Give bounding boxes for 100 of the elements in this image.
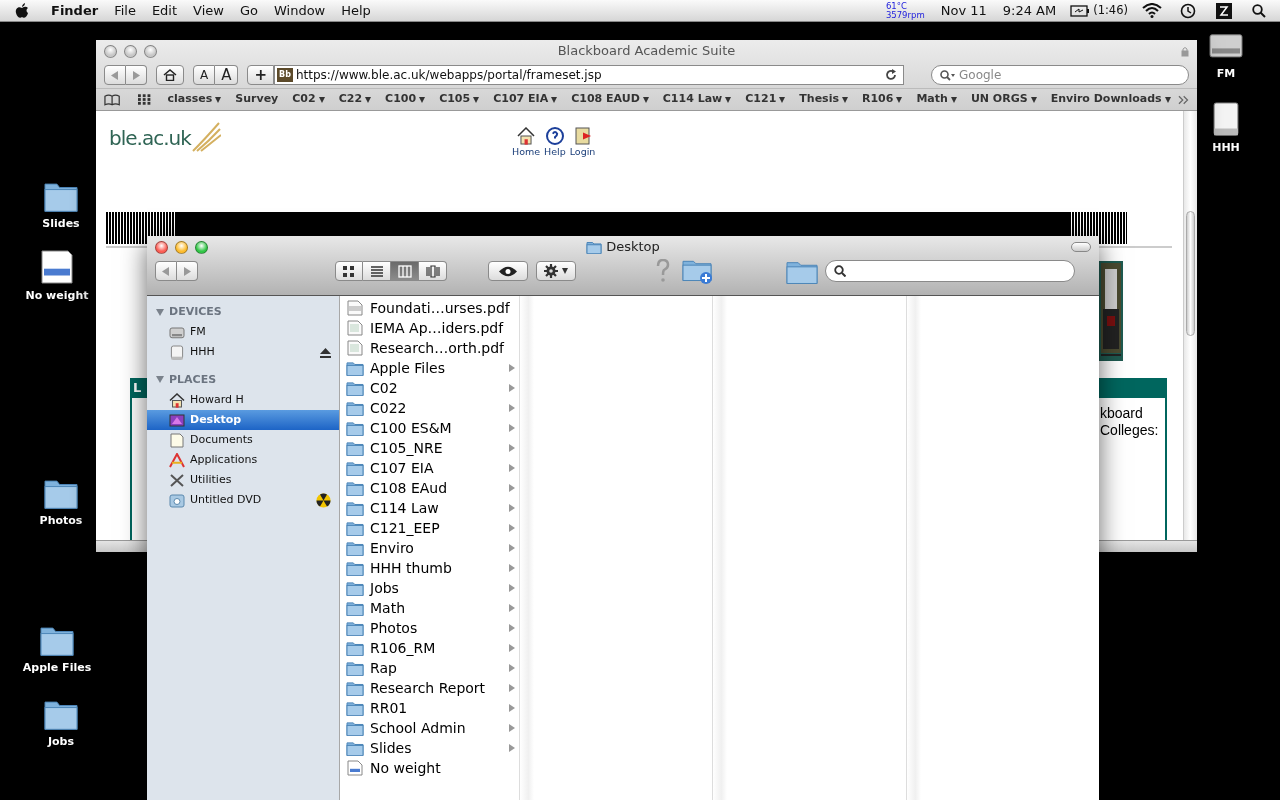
scroll-bar[interactable]: [1183, 111, 1197, 540]
bookmark-item[interactable]: C02: [285, 91, 332, 108]
bookmark-item[interactable]: UN ORGS: [963, 91, 1044, 108]
sidebar-item[interactable]: HHH: [147, 342, 339, 363]
quick-look-button[interactable]: [488, 261, 528, 281]
bookmark-item[interactable]: classes: [160, 91, 229, 108]
file-row[interactable]: C121_EEP: [340, 518, 519, 538]
search-field[interactable]: [825, 260, 1075, 282]
nav-link[interactable]: Home: [512, 145, 541, 160]
file-row[interactable]: Apple Files: [340, 358, 519, 378]
file-row[interactable]: Research Report: [340, 678, 519, 698]
more-bookmarks-icon[interactable]: [1177, 94, 1189, 105]
icon-label[interactable]: HHH: [1212, 140, 1240, 157]
eject-icon[interactable]: [320, 347, 331, 358]
icon-label[interactable]: No weight: [25, 288, 89, 305]
bookmarks-book-icon[interactable]: [104, 93, 121, 106]
battery-icon[interactable]: [1070, 4, 1091, 17]
back-button[interactable]: [155, 261, 177, 281]
file-row[interactable]: IEMA Ap…iders.pdf: [340, 318, 519, 338]
site-logo[interactable]: ble.ac.uk: [109, 123, 191, 153]
file-row[interactable]: C114 Law: [340, 498, 519, 518]
zoom-button[interactable]: [195, 240, 208, 254]
disclosure-triangle-icon[interactable]: [156, 308, 164, 316]
sidebar-item[interactable]: FM: [147, 322, 339, 343]
file-row[interactable]: C108 EAud: [340, 478, 519, 498]
file-row[interactable]: R106_RM: [340, 638, 519, 658]
search-field[interactable]: Google: [931, 65, 1189, 85]
disclosure-triangle-icon[interactable]: [156, 376, 164, 384]
sidebar-item[interactable]: Utilities: [147, 470, 339, 490]
minimize-button[interactable]: [124, 44, 137, 58]
top-sites-grid-icon[interactable]: [138, 94, 152, 105]
nav-link[interactable]: Help: [544, 145, 566, 160]
file-row[interactable]: C107 EIA: [340, 458, 519, 478]
file-row[interactable]: Photos: [340, 618, 519, 638]
address-field[interactable]: Bb https://www.ble.ac.uk/webapps/portal/frameset.jsp: [274, 65, 905, 85]
battery-time[interactable]: (1:46): [1090, 1, 1136, 20]
time-machine-icon[interactable]: [1180, 2, 1196, 19]
wifi-icon[interactable]: [1142, 3, 1162, 18]
display-icon[interactable]: [1216, 2, 1232, 19]
forward-button[interactable]: [126, 65, 147, 85]
bookmark-item[interactable]: Thesis: [792, 91, 855, 108]
file-row[interactable]: Foundati…urses.pdf: [340, 298, 519, 318]
back-button[interactable]: [104, 65, 126, 85]
apple-icon[interactable]: [15, 2, 29, 19]
file-row[interactable]: School Admin: [340, 718, 519, 738]
home-button[interactable]: [156, 65, 184, 85]
file-row[interactable]: Slides: [340, 738, 519, 758]
bookmark-item[interactable]: C105: [432, 91, 487, 108]
reload-icon[interactable]: [885, 69, 898, 81]
bookmark-item[interactable]: C114 Law: [655, 91, 739, 108]
file-row[interactable]: Enviro: [340, 538, 519, 558]
bookmark-item[interactable]: Enviro Downloads: [1043, 91, 1178, 108]
sidebar-item[interactable]: Untitled DVD: [147, 490, 339, 510]
toolbar-toggle-button[interactable]: [1071, 242, 1091, 252]
bookmark-item[interactable]: C22: [331, 91, 379, 108]
file-row[interactable]: C105_NRE: [340, 438, 519, 458]
text-smaller-button[interactable]: A: [193, 65, 216, 85]
file-row[interactable]: C02: [340, 378, 519, 398]
menu-item[interactable]: Edit: [143, 0, 186, 21]
file-row[interactable]: No weight: [340, 758, 519, 778]
bookmark-item[interactable]: C107 EIA: [486, 91, 565, 108]
zoom-button[interactable]: [144, 44, 157, 58]
bookmark-item[interactable]: C121: [738, 91, 793, 108]
sidebar-item[interactable]: Applications: [147, 450, 339, 470]
file-row[interactable]: Jobs: [340, 578, 519, 598]
date-text[interactable]: Nov 11: [932, 0, 995, 21]
bookmark-item[interactable]: C100: [378, 91, 433, 108]
view-mode-button[interactable]: [335, 261, 363, 281]
icon-label[interactable]: Jobs: [47, 734, 75, 751]
scroll-thumb[interactable]: [1186, 211, 1195, 336]
view-mode-button[interactable]: [363, 261, 391, 281]
menu-item[interactable]: Help: [333, 0, 379, 21]
app-menu[interactable]: Finder: [43, 0, 107, 21]
search-icon[interactable]: [1252, 3, 1266, 18]
minimize-button[interactable]: [175, 240, 188, 254]
icon-label[interactable]: FM: [1216, 66, 1236, 83]
close-button[interactable]: [104, 44, 117, 58]
menu-item[interactable]: Go: [231, 0, 266, 21]
file-row[interactable]: C100 ES&M: [340, 418, 519, 438]
action-menu-button[interactable]: [536, 261, 576, 281]
icon-label[interactable]: Apple Files: [22, 660, 92, 677]
sidebar-item[interactable]: Documents: [147, 430, 339, 450]
burn-icon[interactable]: [316, 492, 331, 508]
sidebar-item[interactable]: Desktop: [147, 410, 339, 430]
text-bigger-button[interactable]: A: [215, 65, 239, 85]
clock-text[interactable]: 9:24 AM: [994, 0, 1065, 21]
forward-button[interactable]: [177, 261, 198, 281]
file-row[interactable]: Research…orth.pdf: [340, 338, 519, 358]
icon-label[interactable]: Photos: [39, 513, 83, 530]
menu-item[interactable]: Window: [265, 0, 334, 21]
bookmark-item[interactable]: Math: [909, 91, 964, 108]
file-row[interactable]: HHH thumb: [340, 558, 519, 578]
bookmark-item[interactable]: Survey: [228, 91, 286, 108]
help-icon[interactable]: [656, 259, 670, 283]
file-row[interactable]: RR01: [340, 698, 519, 718]
menu-item[interactable]: View: [185, 0, 232, 21]
bookmark-item[interactable]: C108 EAUD: [564, 91, 656, 108]
bookmark-item[interactable]: R106: [854, 91, 910, 108]
file-row[interactable]: C022: [340, 398, 519, 418]
menu-item[interactable]: File: [106, 0, 144, 21]
